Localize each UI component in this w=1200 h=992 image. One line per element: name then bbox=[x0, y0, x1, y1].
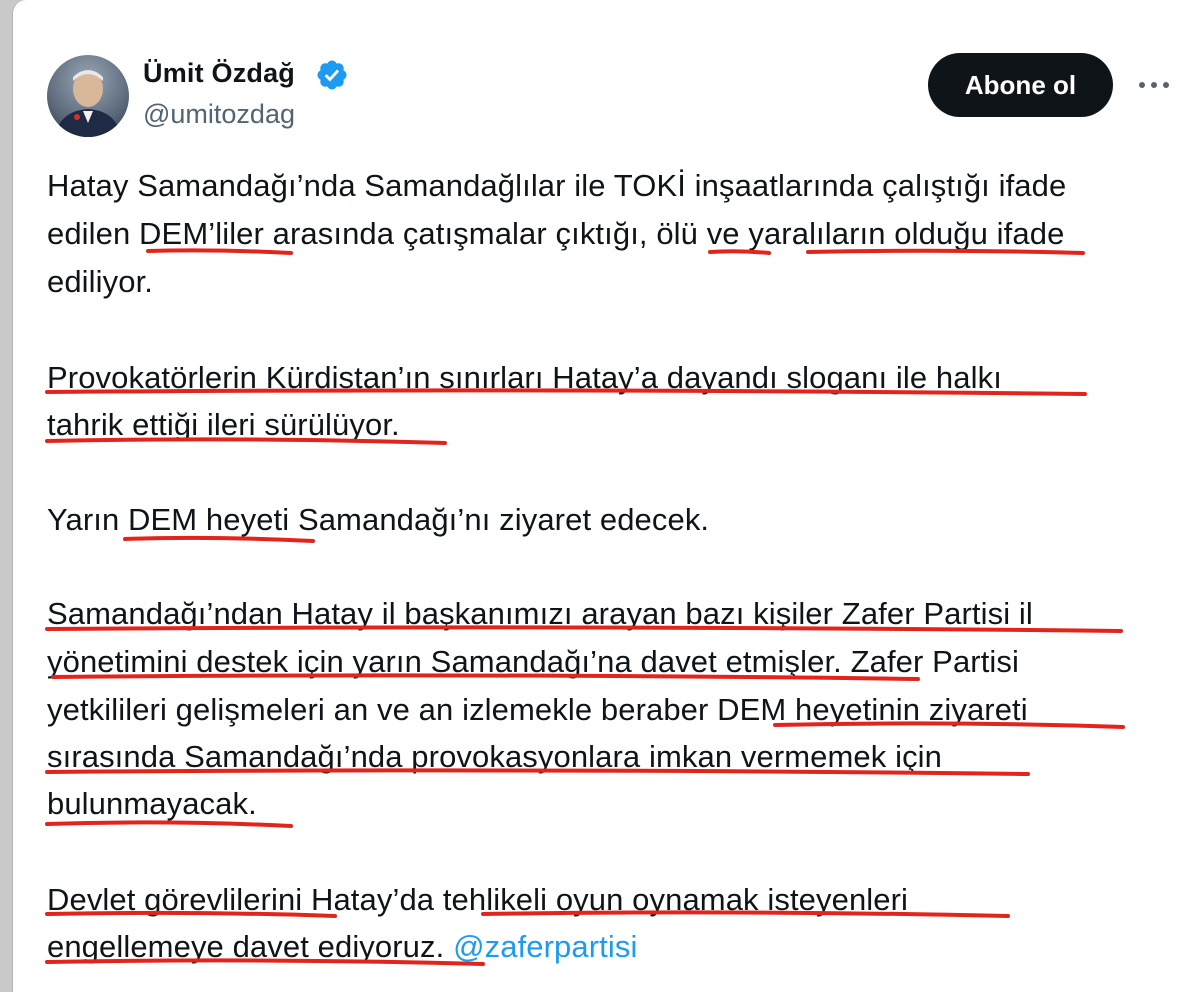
tweet-text-line: tahrik ettiği ileri sürülüyor. bbox=[47, 407, 400, 442]
follow-button[interactable]: Abone ol bbox=[928, 53, 1113, 117]
red-underline-annotations bbox=[45, 248, 1125, 966]
tweet-text-segment: engellemeye davet ediyoruz. bbox=[47, 929, 445, 964]
tweet-text-line: Samandağı’ndan Hatay il başkanımızı aray… bbox=[47, 596, 1033, 631]
tweet-text-line: ediliyor. bbox=[47, 264, 154, 299]
tweet-text-line: Devlet görevlilerini Hatay’da tehlikeli … bbox=[47, 882, 909, 917]
tweet-text-line: Hatay Samandağı’nda Samandağlılar ile TO… bbox=[47, 168, 1067, 203]
tweet-text-line: edilen DEM’liler arasında çatışmalar çık… bbox=[47, 216, 1065, 251]
author-name[interactable]: Ümit Özdağ bbox=[143, 58, 295, 89]
tweet-text-line: bulunmayacak. bbox=[47, 786, 257, 821]
tweet-text-line: sırasında Samandağı’nda provokasyonlara … bbox=[47, 739, 943, 774]
tweet-card: Ümit Özdağ @umitozdag Abone ol Hatay Sam… bbox=[13, 0, 1200, 992]
tweet-text-line: yönetimini destek için yarın Samandağı’n… bbox=[47, 644, 1019, 679]
mention-link[interactable]: @zaferpartisi bbox=[453, 929, 637, 964]
tweet-text-line: Yarın DEM heyeti Samandağı’nı ziyaret ed… bbox=[47, 502, 710, 537]
author-handle[interactable]: @umitozdag bbox=[143, 99, 295, 130]
tweet-text-line: Provokatörlerin Kürdistan’ın sınırları H… bbox=[47, 360, 1002, 395]
more-horizontal-icon[interactable] bbox=[1135, 70, 1173, 100]
tweet-text-line: engellemeye davet ediyoruz. @zaferpartis… bbox=[47, 927, 637, 967]
verified-badge-icon bbox=[317, 60, 347, 90]
avatar[interactable] bbox=[47, 55, 129, 137]
screenshot-frame: Ümit Özdağ @umitozdag Abone ol Hatay Sam… bbox=[12, 0, 1200, 992]
tweet-text-line: yetkilileri gelişmeleri an ve an izlemek… bbox=[47, 692, 1028, 727]
